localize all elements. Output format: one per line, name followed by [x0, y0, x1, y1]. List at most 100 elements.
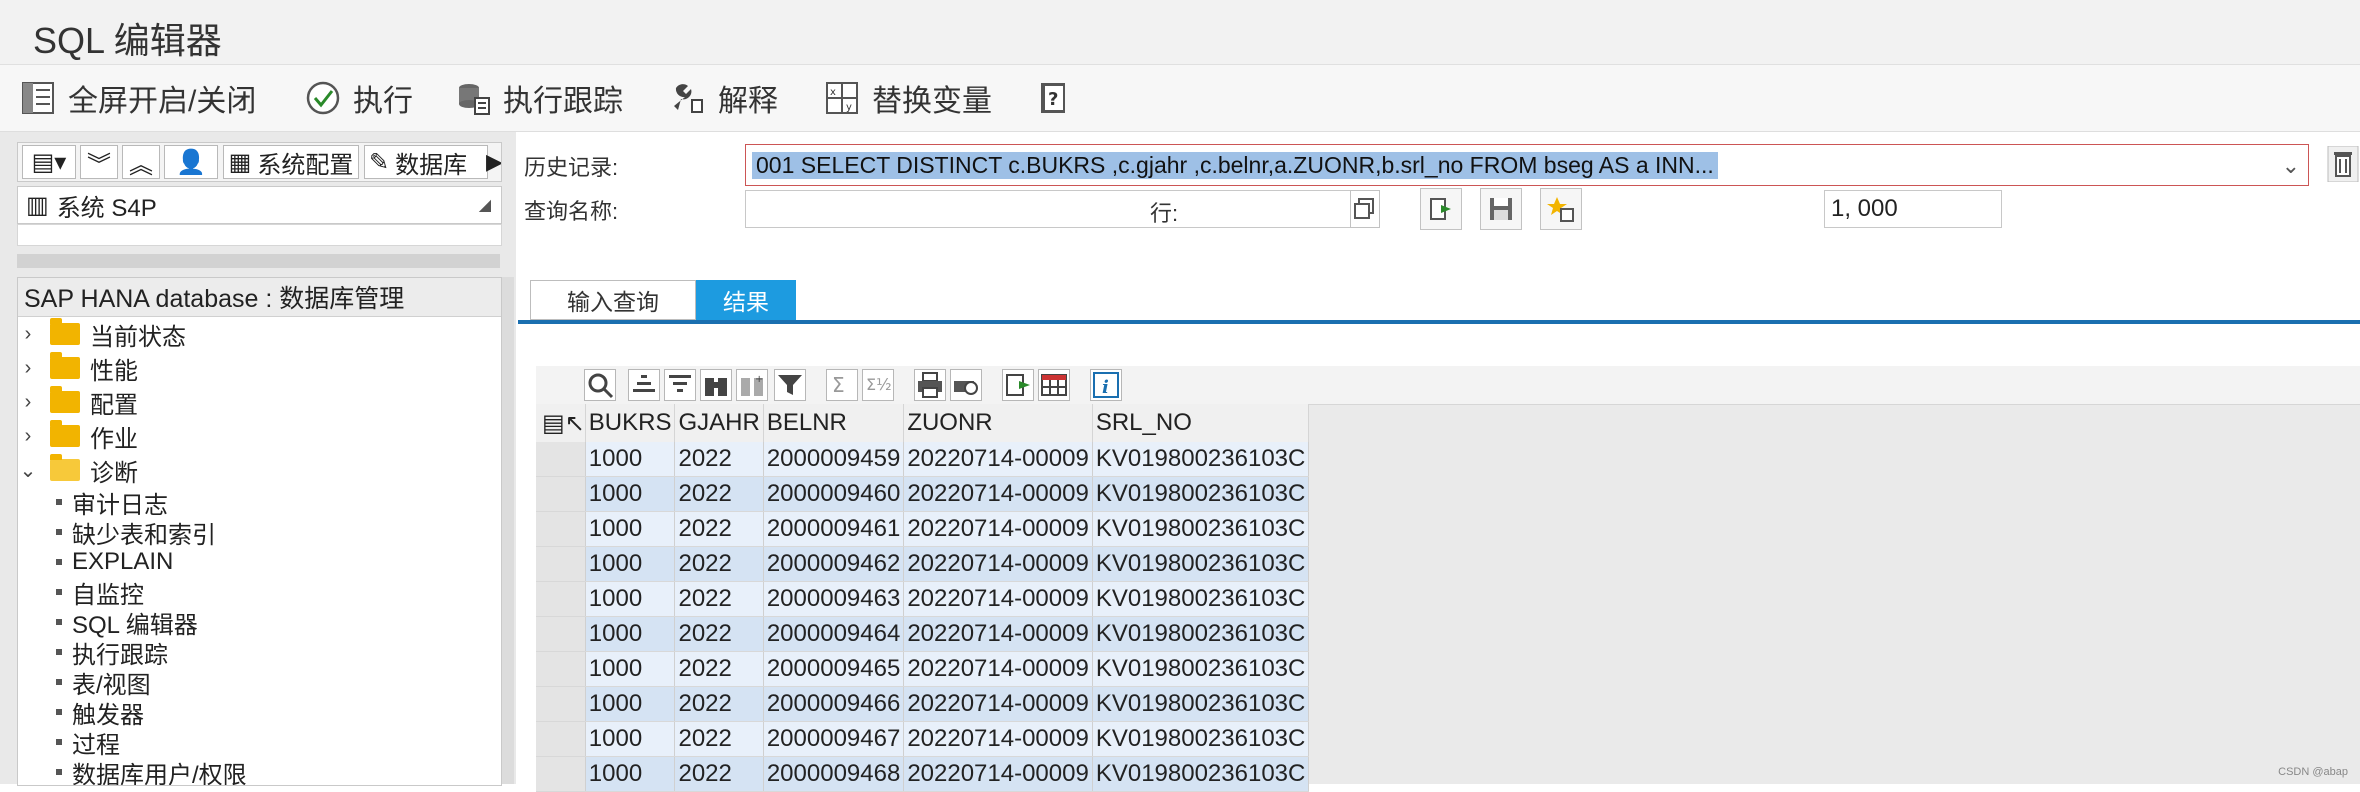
delete-favorite-button[interactable]	[1540, 188, 1582, 230]
row-selector[interactable]	[536, 442, 586, 477]
row-selector[interactable]	[536, 581, 586, 617]
save-query-button[interactable]	[1480, 188, 1522, 230]
cell[interactable]: 2022	[674, 476, 764, 512]
tree-leaf-audit-log[interactable]: 审计日志	[18, 486, 168, 519]
cell[interactable]: 2000009468	[763, 756, 905, 792]
row-selector[interactable]	[536, 721, 586, 757]
cell[interactable]: 1000	[585, 442, 676, 477]
find-button[interactable]	[700, 369, 732, 401]
database-button[interactable]: ✎ 数据库	[364, 145, 488, 179]
user-settings-button[interactable]: 👤	[164, 145, 218, 179]
table-row[interactable]: 1000 2022 2000009468 20220714-00009 KV019800…	[536, 756, 1310, 792]
cell[interactable]: 1000	[585, 686, 676, 722]
panel-splitter[interactable]	[17, 254, 500, 268]
column-header-gjahr[interactable]: GJAHR	[674, 404, 764, 442]
row-selector[interactable]	[536, 546, 586, 582]
layout-toggle-button[interactable]: ▤▾	[22, 145, 76, 179]
expand-all-button[interactable]: ︾	[80, 145, 118, 179]
tree-folder-configuration[interactable]: › 配置	[18, 386, 138, 419]
cell[interactable]: KV019800236103C	[1092, 686, 1310, 722]
table-row[interactable]: 1000 2022 2000009464 20220714-00009 KV019800…	[536, 616, 1310, 652]
find-next-button[interactable]: +	[736, 369, 768, 401]
cell[interactable]: KV019800236103C	[1092, 476, 1310, 512]
explain-button[interactable]: 解释	[670, 77, 778, 119]
cell[interactable]: 2000009465	[763, 651, 905, 687]
cell[interactable]: 20220714-00009	[903, 581, 1093, 617]
row-selector[interactable]	[536, 651, 586, 687]
fullscreen-toggle-button[interactable]: 全屏开启/关闭	[20, 77, 256, 119]
cell[interactable]: 2000009460	[763, 476, 905, 512]
cell[interactable]: KV019800236103C	[1092, 756, 1310, 792]
help-button[interactable]: ?	[1036, 77, 1084, 119]
cell[interactable]: 2000009459	[763, 442, 905, 477]
cell[interactable]: 2000009467	[763, 721, 905, 757]
layout-button[interactable]	[1038, 369, 1070, 401]
cell[interactable]: 2000009463	[763, 581, 905, 617]
cell[interactable]: 2022	[674, 616, 764, 652]
row-selector[interactable]	[536, 756, 586, 792]
cell[interactable]: 20220714-00009	[903, 721, 1093, 757]
value-help-button[interactable]	[1350, 190, 1380, 228]
cell[interactable]: KV019800236103C	[1092, 546, 1310, 582]
cell[interactable]: KV019800236103C	[1092, 511, 1310, 547]
select-all-cell[interactable]: ▤↖	[536, 404, 586, 442]
cell[interactable]: KV019800236103C	[1092, 616, 1310, 652]
print-button[interactable]	[914, 369, 946, 401]
tree-folder-jobs[interactable]: › 作业	[18, 420, 138, 453]
cell[interactable]: 20220714-00009	[903, 442, 1093, 477]
cell[interactable]: 2022	[674, 651, 764, 687]
cell[interactable]: 2000009466	[763, 686, 905, 722]
tree-leaf-triggers[interactable]: 触发器	[18, 696, 144, 729]
tab-result[interactable]: 结果	[696, 280, 796, 320]
column-header-srl-no[interactable]: SRL_NO	[1092, 404, 1310, 442]
rows-input[interactable]: 1, 000	[1824, 190, 2002, 228]
table-row[interactable]: 1000 2022 2000009460 20220714-00009 KV019800…	[536, 476, 1310, 512]
tree-folder-current-status[interactable]: › 当前状态	[18, 318, 186, 351]
cell[interactable]: 2022	[674, 511, 764, 547]
tree-leaf-db-users[interactable]: 数据库用户/权限	[18, 756, 247, 785]
table-row[interactable]: 1000 2022 2000009463 20220714-00009 KV019800…	[536, 581, 1310, 617]
cell[interactable]: 1000	[585, 616, 676, 652]
tab-input-query[interactable]: 输入查询	[530, 280, 696, 320]
cell[interactable]: 1000	[585, 546, 676, 582]
delete-history-button[interactable]	[2324, 145, 2360, 183]
row-selector[interactable]	[536, 476, 586, 512]
cell[interactable]: KV019800236103C	[1092, 442, 1310, 477]
cell[interactable]: 1000	[585, 476, 676, 512]
cell[interactable]: 1000	[585, 511, 676, 547]
cell[interactable]: 2022	[674, 756, 764, 792]
cell[interactable]: 20220714-00009	[903, 511, 1093, 547]
cell[interactable]: 20220714-00009	[903, 476, 1093, 512]
cell[interactable]: KV019800236103C	[1092, 721, 1310, 757]
cell[interactable]: 2022	[674, 721, 764, 757]
cell[interactable]: 20220714-00009	[903, 616, 1093, 652]
history-select[interactable]: 001 SELECT DISTINCT c.BUKRS ,c.gjahr ,c.…	[745, 144, 2309, 186]
system-config-button[interactable]: ▦ 系统配置	[223, 145, 359, 179]
cell[interactable]: 2022	[674, 546, 764, 582]
query-name-input[interactable]	[745, 190, 1375, 228]
execute-button[interactable]: 执行	[305, 77, 413, 119]
details-button[interactable]	[584, 369, 616, 401]
total-button[interactable]: Σ	[826, 369, 858, 401]
info-button[interactable]: i	[1090, 369, 1122, 401]
row-selector[interactable]	[536, 616, 586, 652]
table-row[interactable]: 1000 2022 2000009461 20220714-00009 KV019800…	[536, 511, 1310, 547]
trace-button[interactable]: 执行跟踪	[455, 77, 623, 119]
collapse-all-button[interactable]: ︽	[122, 145, 160, 179]
cell[interactable]: 20220714-00009	[903, 686, 1093, 722]
tree-leaf-missing-tables[interactable]: 缺少表和索引	[18, 516, 216, 549]
sort-asc-button[interactable]	[628, 369, 660, 401]
cell[interactable]: 2000009462	[763, 546, 905, 582]
table-row[interactable]: 1000 2022 2000009459 20220714-00009 KV019800…	[536, 442, 1310, 477]
tree-folder-performance[interactable]: › 性能	[18, 352, 138, 385]
tree-leaf-sql-editor[interactable]: SQL 编辑器	[18, 606, 198, 639]
subtotal-button[interactable]: Σ½	[862, 369, 894, 401]
cell[interactable]: 2000009464	[763, 616, 905, 652]
tree-leaf-tables-views[interactable]: 表/视图	[18, 666, 151, 699]
column-header-belnr[interactable]: BELNR	[763, 404, 905, 442]
column-header-bukrs[interactable]: BUKRS	[585, 404, 676, 442]
sort-desc-button[interactable]	[664, 369, 696, 401]
table-row[interactable]: 1000 2022 2000009465 20220714-00009 KV019800…	[536, 651, 1310, 687]
cell[interactable]: 20220714-00009	[903, 756, 1093, 792]
cell[interactable]: 1000	[585, 721, 676, 757]
